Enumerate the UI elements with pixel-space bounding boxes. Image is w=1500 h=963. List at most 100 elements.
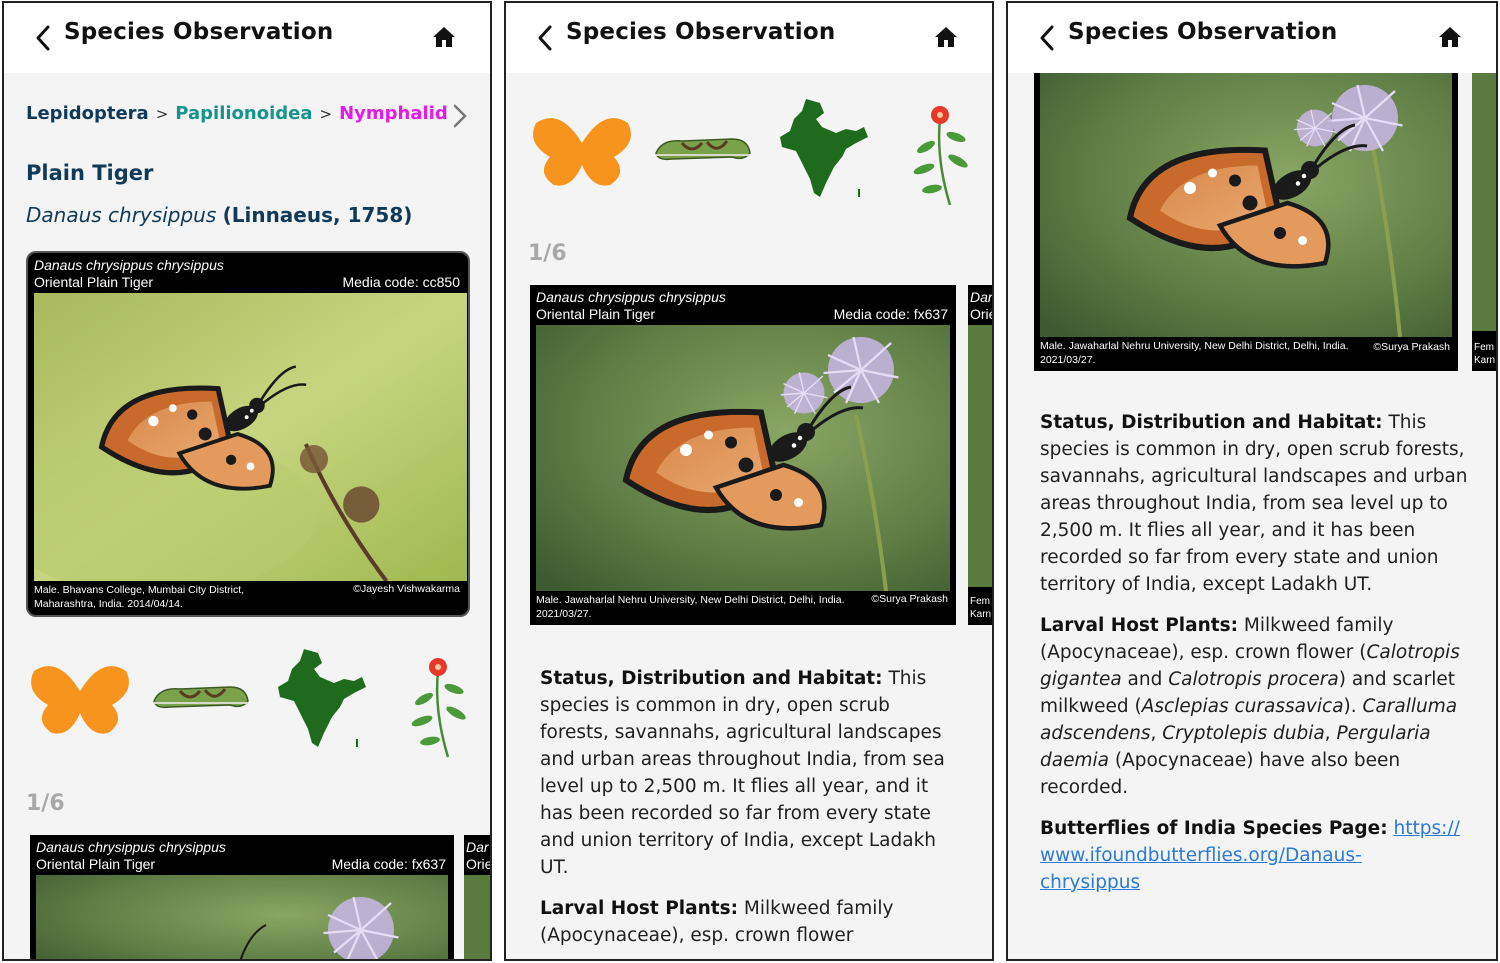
media-code: Media code: cc850 [342, 274, 460, 290]
caterpillar-icon[interactable] [150, 681, 250, 711]
butterfly-photo [36, 875, 448, 959]
breadcrumb-family[interactable]: Nymphalid [339, 103, 448, 124]
species-icon-row [4, 641, 490, 761]
media-common-name: Oriental Plain Tiger [536, 306, 656, 322]
media-location-line1: Male. Jawaharlal Nehru University, New D… [1040, 340, 1349, 352]
app-header: Species Observation [4, 3, 490, 73]
species-scientific-name: Danaus chrysippus (Linnaeus, 1758) [26, 203, 412, 227]
back-arrow-icon[interactable] [32, 23, 54, 53]
peek-location-line1: Fem [970, 596, 990, 607]
breadcrumb-superfamily[interactable]: Papilionoidea [175, 103, 312, 124]
media-card[interactable]: Danaus chrysippus chrysippus Oriental Pl… [530, 285, 956, 625]
media-credit: ©Surya Prakash [1373, 341, 1450, 353]
screen-media: Species Observation 1/6 Danaus chrysippu… [504, 1, 994, 961]
home-icon[interactable] [1438, 25, 1462, 49]
host-connector: , [1324, 723, 1337, 744]
media-location-line2: 2021/03/27. [1040, 354, 1096, 366]
breadcrumb: Lepidoptera > Papilionoidea > Nymphalid [26, 103, 448, 124]
species-common-name: Plain Tiger [26, 161, 154, 185]
peek-subspecies: Dar [970, 289, 993, 305]
host-species: Cryptolepis dubia [1162, 723, 1325, 744]
home-icon[interactable] [934, 25, 958, 49]
screen-details: Species Observation Male. Jawaharlal Neh… [1006, 1, 1498, 961]
host-connector: , [1150, 723, 1163, 744]
species-authority: (Linnaeus, 1758) [222, 203, 413, 227]
media-location-line2: 2021/03/27. [536, 608, 592, 620]
back-arrow-icon[interactable] [1036, 23, 1058, 53]
peek-location-line2: Karn [1474, 355, 1496, 366]
page-title: Species Observation [64, 19, 334, 45]
next-media-card-peek[interactable]: Dar Orie Fem Karn [968, 285, 993, 625]
butterfly-icon[interactable] [28, 661, 132, 737]
app-header: Species Observation [1008, 3, 1496, 73]
status-paragraph: Status, Distribution and Habitat: This s… [1040, 409, 1470, 598]
caterpillar-icon[interactable] [652, 133, 752, 163]
butterfly-photo [536, 325, 950, 591]
media-location-line1: Male. Bhavans College, Mumbai City Distr… [34, 584, 245, 596]
host-species: Asclepias curassavica [1141, 696, 1344, 717]
app-header: Species Observation [506, 3, 992, 73]
status-text: This species is common in dry, open scru… [1040, 412, 1468, 595]
peek-location: Fem Karn [1474, 341, 1495, 367]
breadcrumb-separator: > [319, 104, 333, 123]
screen-content: Lepidoptera > Papilionoidea > Nymphalid … [4, 73, 490, 959]
screen-overview: Species Observation Lepidoptera > Papili… [2, 1, 492, 961]
next-media-card-peek[interactable]: Fem Karn [1472, 73, 1496, 371]
peek-photo [1472, 73, 1496, 331]
host-plants-label: Larval Host Plants: [540, 898, 739, 919]
butterfly-icon[interactable] [530, 113, 634, 189]
media-subspecies: Danaus chrysippus chrysippus [34, 257, 224, 273]
media-code: Media code: fx637 [331, 856, 446, 872]
species-icon-row [506, 91, 992, 211]
media-location-line1: Male. Jawaharlal Nehru University, New D… [536, 594, 845, 606]
india-map-icon[interactable] [274, 647, 370, 757]
india-map-icon[interactable] [776, 97, 872, 207]
host-species: Calotropis procera [1168, 669, 1339, 690]
butterfly-photo [34, 293, 467, 581]
species-page-link-part: chrysippus [1040, 872, 1141, 893]
breadcrumb-order[interactable]: Lepidoptera [26, 103, 149, 124]
media-counter: 1/6 [26, 791, 65, 816]
media-common-name: Oriental Plain Tiger [36, 856, 156, 872]
peek-location: Fem Karn [970, 595, 991, 621]
peek-photo [464, 875, 490, 959]
media-subspecies: Danaus chrysippus chrysippus [36, 839, 226, 855]
peek-subspecies: Dar [466, 839, 489, 855]
status-paragraph: Status, Distribution and Habitat: This s… [540, 665, 964, 881]
media-card[interactable]: Danaus chrysippus chrysippus Oriental Pl… [26, 251, 470, 617]
media-common-name: Oriental Plain Tiger [34, 274, 154, 290]
host-plant-icon[interactable] [910, 99, 972, 209]
media-counter: 1/6 [528, 241, 567, 266]
status-label: Status, Distribution and Habitat: [1040, 412, 1383, 433]
host-text-3: ). [1343, 696, 1363, 717]
host-plant-icon[interactable] [408, 651, 470, 761]
home-icon[interactable] [432, 25, 456, 49]
chevron-right-icon[interactable] [452, 103, 468, 129]
page-title: Species Observation [566, 19, 836, 45]
media-credit: ©Surya Prakash [871, 593, 948, 605]
species-page-paragraph: Butterflies of India Species Page: https… [1040, 815, 1470, 896]
screen-content: Male. Jawaharlal Nehru University, New D… [1008, 73, 1496, 959]
host-connector: and [1121, 669, 1169, 690]
media-location-line2: Maharashtra, India. 2014/04/14. [34, 598, 183, 610]
media-subspecies: Danaus chrysippus chrysippus [536, 289, 726, 305]
species-page-link-part: https:// [1393, 818, 1460, 839]
breadcrumb-separator: > [155, 104, 169, 123]
screen-content: 1/6 Danaus chrysippus chrysippus Orienta… [506, 73, 992, 959]
media-card[interactable]: Danaus chrysippus chrysippus Oriental Pl… [30, 835, 454, 959]
back-arrow-icon[interactable] [534, 23, 556, 53]
media-location: Male. Jawaharlal Nehru University, New D… [536, 593, 845, 621]
media-credit: ©Jayesh Vishwakarma [353, 583, 460, 595]
peek-common-name: Orie [466, 856, 492, 872]
species-page-label: Butterflies of India Species Page: [1040, 818, 1388, 839]
media-card[interactable]: Male. Jawaharlal Nehru University, New D… [1034, 73, 1458, 371]
host-plants-label: Larval Host Plants: [1040, 615, 1239, 636]
butterfly-photo [1040, 73, 1452, 337]
peek-location-line2: Karn [970, 609, 992, 620]
next-media-card-peek[interactable]: Dar Orie [464, 835, 492, 959]
host-plants-paragraph: Larval Host Plants: Milkweed family (Apo… [540, 895, 964, 949]
status-text: This species is common in dry, open scru… [540, 668, 945, 878]
host-plants-paragraph: Larval Host Plants: Milkweed family (Apo… [1040, 612, 1470, 801]
status-label: Status, Distribution and Habitat: [540, 668, 883, 689]
species-description: Status, Distribution and Habitat: This s… [1040, 409, 1470, 910]
